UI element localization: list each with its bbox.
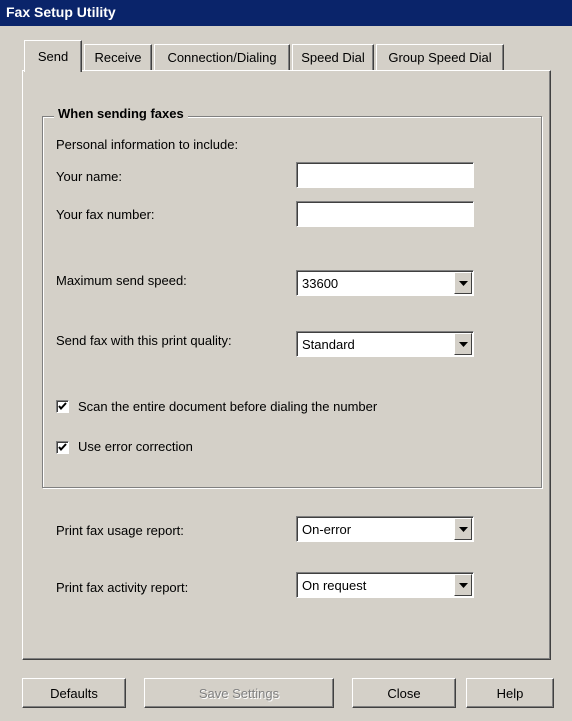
usage-report-select[interactable]: On-error (296, 516, 474, 542)
chevron-down-icon[interactable] (454, 574, 472, 596)
name-field[interactable] (296, 162, 474, 188)
activity-report-label: Print fax activity report: (56, 580, 189, 595)
tab-receive[interactable]: Receive (84, 44, 152, 70)
tab-group-speed-dial[interactable]: Group Speed Dial (376, 44, 504, 70)
fax-number-label: Your fax number: (56, 207, 155, 222)
tab-send[interactable]: Send (24, 40, 82, 72)
tab-label: Group Speed Dial (388, 50, 492, 65)
fax-number-field[interactable] (296, 201, 474, 227)
tab-speed-dial[interactable]: Speed Dial (292, 44, 374, 70)
print-quality-select[interactable]: Standard (296, 331, 474, 357)
scan-label[interactable]: Scan the entire document before dialing … (78, 399, 377, 414)
tab-label: Send (37, 49, 69, 64)
name-label: Your name: (56, 169, 123, 184)
defaults-button[interactable]: Defaults (22, 678, 126, 708)
usage-report-label: Print fax usage report: (56, 523, 184, 538)
check-icon (58, 402, 67, 411)
max-speed-label: Maximum send speed: (56, 273, 187, 288)
group-title: When sending faxes (54, 106, 188, 121)
max-speed-select[interactable]: 33600 (296, 270, 474, 296)
window-title: Fax Setup Utility (6, 4, 116, 20)
usage-report-value: On-error (302, 522, 352, 537)
personal-info-label: Personal information to include: (56, 137, 239, 152)
max-speed-value: 33600 (302, 276, 339, 291)
chevron-down-icon[interactable] (454, 518, 472, 540)
activity-report-select[interactable]: On request (296, 572, 474, 598)
tab-label: Speed Dial (301, 50, 365, 65)
tab-connection-dialing[interactable]: Connection/Dialing (154, 44, 290, 70)
error-correction-checkbox[interactable] (56, 441, 69, 454)
tab-label: Connection/Dialing (167, 50, 277, 65)
print-quality-value: Standard (302, 337, 355, 352)
title-bar[interactable]: Fax Setup Utility (0, 0, 572, 26)
chevron-down-icon[interactable] (454, 272, 472, 294)
scan-checkbox[interactable] (56, 400, 69, 413)
tab-label: Receive (94, 50, 142, 65)
close-button[interactable]: Close (352, 678, 456, 708)
help-button[interactable]: Help (466, 678, 554, 708)
save-settings-button[interactable]: Save Settings (144, 678, 334, 708)
activity-report-value: On request (302, 578, 367, 593)
check-icon (58, 443, 67, 452)
print-quality-label: Send fax with this print quality: (56, 333, 232, 348)
chevron-down-icon[interactable] (454, 333, 472, 355)
fax-setup-window: Fax Setup Utility Send Receive Connectio… (0, 0, 572, 721)
error-correction-label[interactable]: Use error correction (78, 439, 193, 454)
